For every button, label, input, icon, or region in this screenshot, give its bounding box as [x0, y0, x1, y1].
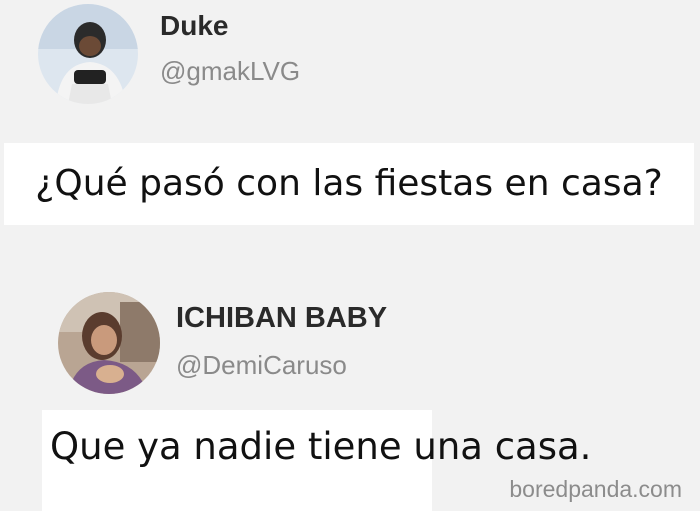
user-handle[interactable]: @DemiCaruso — [176, 350, 347, 381]
display-name[interactable]: Duke — [160, 10, 228, 42]
user-handle[interactable]: @gmakLVG — [160, 56, 300, 87]
avatar[interactable] — [38, 4, 138, 104]
post-text: ¿Qué pasó con las fiestas en casa? — [4, 143, 694, 225]
avatar[interactable] — [58, 292, 160, 394]
display-name[interactable]: ICHIBAN BABY — [176, 302, 387, 335]
watermark: boredpanda.com — [509, 476, 682, 502]
profile-photo-icon — [58, 292, 160, 394]
profile-photo-icon — [38, 4, 138, 104]
post-duke: Duke @gmakLVG ¿Qué pasó con las fiestas … — [0, 0, 700, 240]
post-text: Que ya nadie tiene una casa. — [42, 410, 591, 511]
